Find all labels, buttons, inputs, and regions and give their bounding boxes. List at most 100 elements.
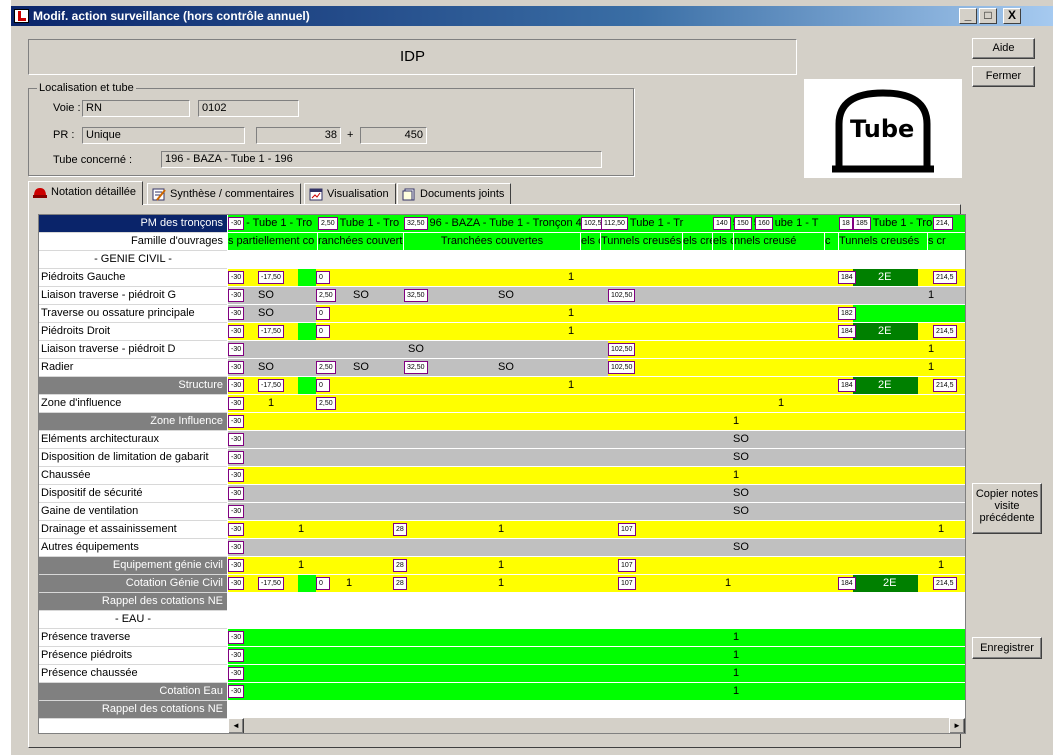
- note-value[interactable]: SO: [498, 287, 514, 304]
- note-value[interactable]: 1: [928, 287, 934, 304]
- copy-notes-button[interactable]: Copier notes visite précédente: [972, 483, 1042, 534]
- pm-marker[interactable]: -30: [228, 541, 245, 554]
- troncon-pm-marker[interactable]: 32,50: [404, 217, 428, 230]
- pm-marker[interactable]: 214,5: [933, 577, 957, 590]
- note-value[interactable]: 2E: [883, 575, 896, 592]
- note-value[interactable]: 1: [725, 575, 731, 592]
- troncon-pm-marker[interactable]: 112,50: [601, 217, 628, 230]
- pr-value-field[interactable]: 38: [256, 127, 341, 144]
- pm-marker[interactable]: 2,50: [316, 289, 336, 302]
- pm-marker[interactable]: 107: [618, 559, 636, 572]
- pm-marker[interactable]: 0: [316, 307, 330, 320]
- pm-marker[interactable]: -30: [228, 451, 245, 464]
- save-button[interactable]: Enregistrer: [972, 637, 1042, 659]
- troncon-pm-marker[interactable]: 214,: [933, 217, 953, 230]
- note-value[interactable]: 1: [928, 359, 934, 376]
- pm-marker[interactable]: 214,5: [933, 325, 957, 338]
- pm-marker[interactable]: 102,50: [608, 289, 636, 302]
- note-value[interactable]: SO: [258, 359, 274, 376]
- pm-marker[interactable]: -30: [228, 505, 245, 518]
- pm-marker[interactable]: 184: [838, 577, 856, 590]
- pm-marker[interactable]: 2,50: [316, 397, 336, 410]
- troncon-pm-marker[interactable]: 102,50: [581, 217, 601, 230]
- tab-synthese[interactable]: Synthèse / commentaires: [147, 183, 302, 205]
- note-value[interactable]: 1: [938, 557, 944, 574]
- pm-marker[interactable]: 107: [618, 523, 636, 536]
- pm-marker[interactable]: 214,5: [933, 271, 957, 284]
- note-value[interactable]: 1: [568, 269, 574, 286]
- help-button[interactable]: Aide: [972, 38, 1035, 59]
- pm-marker[interactable]: -30: [228, 487, 245, 500]
- note-value[interactable]: 1: [498, 557, 504, 574]
- pm-marker[interactable]: 107: [618, 577, 636, 590]
- pm-marker[interactable]: 28: [393, 559, 407, 572]
- close-form-button[interactable]: Fermer: [972, 66, 1035, 87]
- pm-marker[interactable]: 28: [393, 577, 407, 590]
- pm-marker[interactable]: -30: [228, 469, 245, 482]
- troncon-pm-marker[interactable]: 18: [839, 217, 853, 230]
- pm-marker[interactable]: 214,5: [933, 379, 957, 392]
- horizontal-scrollbar[interactable]: ◄ ►: [228, 718, 965, 733]
- pm-marker[interactable]: 102,50: [608, 361, 636, 374]
- note-value[interactable]: 2E: [878, 269, 891, 286]
- pm-marker[interactable]: -30: [228, 361, 245, 374]
- tab-notation[interactable]: Notation détaillée: [28, 181, 144, 205]
- voie-number-field[interactable]: 0102: [198, 100, 299, 117]
- note-value[interactable]: SO: [733, 431, 749, 448]
- pm-marker[interactable]: 102,50: [608, 343, 636, 356]
- pm-marker[interactable]: -30: [228, 577, 245, 590]
- pm-marker[interactable]: -30: [228, 397, 245, 410]
- note-value[interactable]: SO: [733, 503, 749, 520]
- pm-marker[interactable]: -30: [228, 307, 245, 320]
- pm-marker[interactable]: 0: [316, 577, 330, 590]
- note-value[interactable]: 1: [498, 521, 504, 538]
- pm-marker[interactable]: 28: [393, 523, 407, 536]
- pm-marker[interactable]: -30: [228, 559, 245, 572]
- pm-marker[interactable]: 0: [316, 325, 330, 338]
- note-value[interactable]: 1: [733, 629, 739, 646]
- note-value[interactable]: 1: [346, 575, 352, 592]
- pm-marker[interactable]: -30: [228, 325, 245, 338]
- pm-marker[interactable]: -30: [228, 667, 245, 680]
- troncon-pm-marker[interactable]: 140: [713, 217, 731, 230]
- note-value[interactable]: SO: [353, 359, 369, 376]
- pm-marker[interactable]: -17,50: [258, 577, 284, 590]
- note-value[interactable]: SO: [733, 485, 749, 502]
- note-value[interactable]: SO: [408, 341, 424, 358]
- scroll-left-button[interactable]: ◄: [228, 718, 244, 733]
- pm-marker[interactable]: -30: [228, 415, 245, 428]
- pm-marker[interactable]: -30: [228, 433, 245, 446]
- note-value[interactable]: 1: [938, 521, 944, 538]
- note-value[interactable]: 1: [733, 647, 739, 664]
- pm-marker[interactable]: 0: [316, 379, 330, 392]
- pm-marker[interactable]: -30: [228, 271, 245, 284]
- voie-type-field[interactable]: RN: [82, 100, 190, 117]
- note-value[interactable]: 1: [568, 305, 574, 322]
- note-value[interactable]: SO: [353, 287, 369, 304]
- note-value[interactable]: 1: [733, 413, 739, 430]
- note-value[interactable]: 1: [733, 467, 739, 484]
- pm-marker[interactable]: -30: [228, 649, 245, 662]
- pm-marker[interactable]: 184: [838, 379, 856, 392]
- troncon-pm-marker[interactable]: -30: [228, 217, 245, 230]
- maximize-button[interactable]: □: [979, 8, 997, 24]
- note-value[interactable]: 2E: [878, 377, 891, 394]
- note-value[interactable]: 1: [298, 521, 304, 538]
- pm-marker[interactable]: -30: [228, 685, 245, 698]
- note-value[interactable]: 1: [298, 557, 304, 574]
- note-value[interactable]: SO: [498, 359, 514, 376]
- tab-documents[interactable]: Documents joints: [397, 183, 512, 205]
- scroll-right-button[interactable]: ►: [949, 718, 965, 733]
- tab-visualisation[interactable]: Visualisation: [304, 183, 396, 205]
- pm-marker[interactable]: 32,50: [404, 289, 428, 302]
- note-value[interactable]: 1: [733, 683, 739, 700]
- troncon-pm-marker[interactable]: 150: [734, 217, 752, 230]
- note-value[interactable]: 1: [733, 665, 739, 682]
- pr-offset-field[interactable]: 450: [360, 127, 427, 144]
- pm-marker[interactable]: -17,50: [258, 271, 284, 284]
- note-value[interactable]: 1: [498, 575, 504, 592]
- troncon-pm-marker[interactable]: 2,50: [318, 217, 338, 230]
- note-value[interactable]: 1: [568, 323, 574, 340]
- pm-marker[interactable]: 0: [316, 271, 330, 284]
- close-button[interactable]: X: [1003, 8, 1021, 24]
